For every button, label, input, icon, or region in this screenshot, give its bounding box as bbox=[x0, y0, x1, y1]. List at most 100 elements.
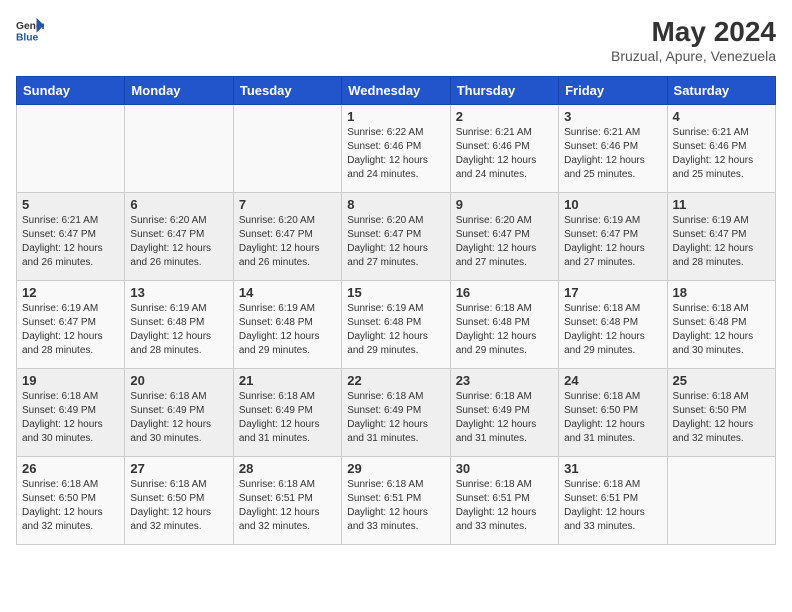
day-number: 28 bbox=[239, 461, 336, 476]
header-cell-sunday: Sunday bbox=[17, 77, 125, 105]
day-info: Sunrise: 6:20 AM Sunset: 6:47 PM Dayligh… bbox=[456, 214, 553, 270]
header-cell-saturday: Saturday bbox=[667, 77, 775, 105]
day-info: Sunrise: 6:21 AM Sunset: 6:46 PM Dayligh… bbox=[456, 126, 553, 182]
day-number: 27 bbox=[130, 461, 227, 476]
day-number: 6 bbox=[130, 197, 227, 212]
day-cell: 28 Sunrise: 6:18 AM Sunset: 6:51 PM Dayli… bbox=[233, 457, 341, 545]
week-row-3: 12Sunrise: 6:19 AM Sunset: 6:47 PM Dayli… bbox=[17, 281, 776, 369]
month-year: May 2024 bbox=[611, 16, 776, 48]
day-info: Sunrise: 6:22 AM Sunset: 6:46 PM Dayligh… bbox=[347, 126, 444, 182]
calendar-table: SundayMondayTuesdayWednesdayThursdayFrid… bbox=[16, 76, 776, 545]
day-info: Sunrise: 6:18 AM Sunset: 6:51 PM Dayligh… bbox=[456, 478, 553, 534]
day-number: 7 bbox=[239, 197, 336, 212]
day-number: 13 bbox=[130, 285, 227, 300]
day-cell: 26 Sunrise: 6:18 AM Sunset: 6:50 PM Dayli… bbox=[17, 457, 125, 545]
day-cell: 6 Sunrise: 6:20 AM Sunset: 6:47 PM Daylig… bbox=[125, 193, 233, 281]
day-cell bbox=[125, 105, 233, 193]
day-cell bbox=[233, 105, 341, 193]
day-info: Sunrise: 6:19 AM Sunset: 6:48 PM Dayligh… bbox=[239, 302, 336, 358]
day-number: 25 bbox=[673, 373, 770, 388]
day-number: 11 bbox=[673, 197, 770, 212]
day-number: 15 bbox=[347, 285, 444, 300]
calendar-body: 1 Sunrise: 6:22 AM Sunset: 6:46 PM Daylig… bbox=[17, 105, 776, 545]
header-row: SundayMondayTuesdayWednesdayThursdayFrid… bbox=[17, 77, 776, 105]
day-cell: 22 Sunrise: 6:18 AM Sunset: 6:49 PM Dayli… bbox=[342, 369, 450, 457]
header-cell-friday: Friday bbox=[559, 77, 667, 105]
day-number: 20 bbox=[130, 373, 227, 388]
title-area: May 2024 Bruzual, Apure, Venezuela bbox=[611, 16, 776, 64]
day-info: Sunrise: 6:18 AM Sunset: 6:48 PM Dayligh… bbox=[564, 302, 661, 358]
day-cell: 14 Sunrise: 6:19 AM Sunset: 6:48 PM Dayli… bbox=[233, 281, 341, 369]
day-cell bbox=[17, 105, 125, 193]
day-info: Sunrise: 6:20 AM Sunset: 6:47 PM Dayligh… bbox=[347, 214, 444, 270]
day-cell: 1 Sunrise: 6:22 AM Sunset: 6:46 PM Daylig… bbox=[342, 105, 450, 193]
day-info: Sunrise: 6:19 AM Sunset: 6:47 PM Dayligh… bbox=[22, 302, 119, 358]
svg-text:Blue: Blue bbox=[16, 32, 39, 43]
day-number: 26 bbox=[22, 461, 119, 476]
logo: General Blue bbox=[16, 16, 44, 44]
day-cell bbox=[667, 457, 775, 545]
week-row-1: 1 Sunrise: 6:22 AM Sunset: 6:46 PM Daylig… bbox=[17, 105, 776, 193]
day-info: Sunrise: 6:18 AM Sunset: 6:48 PM Dayligh… bbox=[673, 302, 770, 358]
day-info: Sunrise: 6:19 AM Sunset: 6:47 PM Dayligh… bbox=[564, 214, 661, 270]
header-cell-monday: Monday bbox=[125, 77, 233, 105]
day-cell: 7Sunrise: 6:20 AM Sunset: 6:47 PM Daylig… bbox=[233, 193, 341, 281]
day-number: 1 bbox=[347, 109, 444, 124]
day-info: Sunrise: 6:20 AM Sunset: 6:47 PM Dayligh… bbox=[130, 214, 227, 270]
day-number: 18 bbox=[673, 285, 770, 300]
header-cell-wednesday: Wednesday bbox=[342, 77, 450, 105]
day-info: Sunrise: 6:21 AM Sunset: 6:46 PM Dayligh… bbox=[564, 126, 661, 182]
week-row-5: 26 Sunrise: 6:18 AM Sunset: 6:50 PM Dayli… bbox=[17, 457, 776, 545]
day-number: 23 bbox=[456, 373, 553, 388]
day-number: 22 bbox=[347, 373, 444, 388]
day-info: Sunrise: 6:18 AM Sunset: 6:49 PM Dayligh… bbox=[130, 390, 227, 446]
day-number: 4 bbox=[673, 109, 770, 124]
week-row-4: 19 Sunrise: 6:18 AM Sunset: 6:49 PM Dayli… bbox=[17, 369, 776, 457]
day-info: Sunrise: 6:18 AM Sunset: 6:50 PM Dayligh… bbox=[130, 478, 227, 534]
day-number: 21 bbox=[239, 373, 336, 388]
day-number: 19 bbox=[22, 373, 119, 388]
day-number: 14 bbox=[239, 285, 336, 300]
day-info: Sunrise: 6:18 AM Sunset: 6:51 PM Dayligh… bbox=[564, 478, 661, 534]
day-info: Sunrise: 6:21 AM Sunset: 6:47 PM Dayligh… bbox=[22, 214, 119, 270]
day-info: Sunrise: 6:18 AM Sunset: 6:49 PM Dayligh… bbox=[347, 390, 444, 446]
day-cell: 30 Sunrise: 6:18 AM Sunset: 6:51 PM Dayli… bbox=[450, 457, 558, 545]
day-number: 5 bbox=[22, 197, 119, 212]
day-cell: 12Sunrise: 6:19 AM Sunset: 6:47 PM Dayli… bbox=[17, 281, 125, 369]
day-cell: 11 Sunrise: 6:19 AM Sunset: 6:47 PM Dayli… bbox=[667, 193, 775, 281]
day-cell: 20 Sunrise: 6:18 AM Sunset: 6:49 PM Dayli… bbox=[125, 369, 233, 457]
day-number: 8 bbox=[347, 197, 444, 212]
logo-icon: General Blue bbox=[16, 16, 44, 44]
day-info: Sunrise: 6:18 AM Sunset: 6:50 PM Dayligh… bbox=[22, 478, 119, 534]
day-cell: 3Sunrise: 6:21 AM Sunset: 6:46 PM Daylig… bbox=[559, 105, 667, 193]
day-info: Sunrise: 6:19 AM Sunset: 6:48 PM Dayligh… bbox=[130, 302, 227, 358]
day-cell: 25 Sunrise: 6:18 AM Sunset: 6:50 PM Dayli… bbox=[667, 369, 775, 457]
day-cell: 24 Sunrise: 6:18 AM Sunset: 6:50 PM Dayli… bbox=[559, 369, 667, 457]
day-cell: 15Sunrise: 6:19 AM Sunset: 6:48 PM Dayli… bbox=[342, 281, 450, 369]
day-info: Sunrise: 6:18 AM Sunset: 6:50 PM Dayligh… bbox=[673, 390, 770, 446]
day-number: 16 bbox=[456, 285, 553, 300]
day-number: 10 bbox=[564, 197, 661, 212]
location: Bruzual, Apure, Venezuela bbox=[611, 48, 776, 64]
day-cell: 2 Sunrise: 6:21 AM Sunset: 6:46 PM Daylig… bbox=[450, 105, 558, 193]
day-cell: 5 Sunrise: 6:21 AM Sunset: 6:47 PM Daylig… bbox=[17, 193, 125, 281]
day-cell: 19Sunrise: 6:18 AM Sunset: 6:49 PM Dayli… bbox=[17, 369, 125, 457]
day-info: Sunrise: 6:18 AM Sunset: 6:50 PM Dayligh… bbox=[564, 390, 661, 446]
day-cell: 9Sunrise: 6:20 AM Sunset: 6:47 PM Daylig… bbox=[450, 193, 558, 281]
day-cell: 27 Sunrise: 6:18 AM Sunset: 6:50 PM Dayli… bbox=[125, 457, 233, 545]
day-info: Sunrise: 6:18 AM Sunset: 6:51 PM Dayligh… bbox=[347, 478, 444, 534]
day-info: Sunrise: 6:18 AM Sunset: 6:51 PM Dayligh… bbox=[239, 478, 336, 534]
calendar-header: SundayMondayTuesdayWednesdayThursdayFrid… bbox=[17, 77, 776, 105]
day-cell: 17Sunrise: 6:18 AM Sunset: 6:48 PM Dayli… bbox=[559, 281, 667, 369]
header-cell-tuesday: Tuesday bbox=[233, 77, 341, 105]
day-number: 29 bbox=[347, 461, 444, 476]
day-info: Sunrise: 6:18 AM Sunset: 6:49 PM Dayligh… bbox=[456, 390, 553, 446]
day-info: Sunrise: 6:18 AM Sunset: 6:48 PM Dayligh… bbox=[456, 302, 553, 358]
day-number: 2 bbox=[456, 109, 553, 124]
day-number: 30 bbox=[456, 461, 553, 476]
day-cell: 4Sunrise: 6:21 AM Sunset: 6:46 PM Daylig… bbox=[667, 105, 775, 193]
day-cell: 29 Sunrise: 6:18 AM Sunset: 6:51 PM Dayli… bbox=[342, 457, 450, 545]
day-number: 24 bbox=[564, 373, 661, 388]
day-cell: 10 Sunrise: 6:19 AM Sunset: 6:47 PM Dayli… bbox=[559, 193, 667, 281]
day-info: Sunrise: 6:19 AM Sunset: 6:47 PM Dayligh… bbox=[673, 214, 770, 270]
